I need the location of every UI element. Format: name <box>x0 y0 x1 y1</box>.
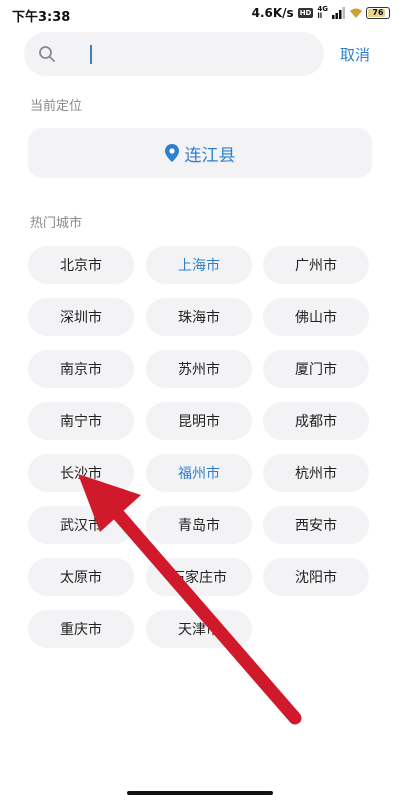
current-location-label: 当前定位 <box>30 99 83 114</box>
city-chip[interactable]: 南京市 <box>28 350 134 388</box>
city-chip[interactable]: 太原市 <box>28 558 134 596</box>
network-speed: 4.6K/s <box>251 6 294 20</box>
network-type: 4G ll <box>317 6 328 20</box>
city-chip[interactable]: 西安市 <box>263 506 369 544</box>
city-chip[interactable]: 青岛市 <box>146 506 252 544</box>
city-chip[interactable]: 石家庄市 <box>146 558 252 596</box>
signal-icon <box>332 7 345 19</box>
city-chip[interactable]: 深圳市 <box>28 298 134 336</box>
location-pin-icon <box>164 144 179 162</box>
search-bar[interactable] <box>24 32 324 76</box>
search-icon <box>39 46 55 62</box>
current-location-button[interactable]: 连江县 <box>28 128 372 178</box>
city-chip[interactable]: 昆明市 <box>146 402 252 440</box>
annotation-arrow <box>78 474 302 725</box>
city-chip[interactable]: 福州市 <box>146 454 252 492</box>
wifi-icon <box>350 8 362 18</box>
city-chip[interactable]: 长沙市 <box>28 454 134 492</box>
city-chip[interactable]: 北京市 <box>28 246 134 284</box>
cancel-button[interactable]: 取消 <box>340 44 370 65</box>
home-indicator[interactable] <box>127 791 273 795</box>
city-chip[interactable]: 佛山市 <box>263 298 369 336</box>
status-indicators: 4.6K/s HD 4G ll 76 <box>252 6 390 20</box>
city-chip[interactable]: 重庆市 <box>28 610 134 648</box>
city-chip[interactable]: 上海市 <box>146 246 252 284</box>
battery-level: 76 <box>372 8 384 17</box>
status-bar: 下午3:38 4.6K/s HD 4G ll 76 <box>0 0 400 28</box>
city-chip[interactable]: 广州市 <box>263 246 369 284</box>
city-chip[interactable]: 南宁市 <box>28 402 134 440</box>
search-input[interactable] <box>96 32 316 76</box>
battery-icon: 76 <box>366 7 390 19</box>
city-chip[interactable]: 杭州市 <box>263 454 369 492</box>
city-chip[interactable]: 珠海市 <box>146 298 252 336</box>
current-location-city: 连江县 <box>184 145 236 166</box>
city-chip[interactable]: 成都市 <box>263 402 369 440</box>
hot-cities-label: 热门城市 <box>30 216 83 231</box>
city-chip[interactable]: 苏州市 <box>146 350 252 388</box>
city-chip[interactable]: 武汉市 <box>28 506 134 544</box>
text-caret <box>90 45 92 64</box>
city-chip[interactable]: 天津市 <box>146 610 252 648</box>
network-type-bottom: ll <box>317 12 323 20</box>
status-time: 下午3:38 <box>12 10 71 25</box>
city-chip[interactable]: 厦门市 <box>263 350 369 388</box>
hd-badge: HD <box>297 8 314 18</box>
city-chip[interactable]: 沈阳市 <box>263 558 369 596</box>
